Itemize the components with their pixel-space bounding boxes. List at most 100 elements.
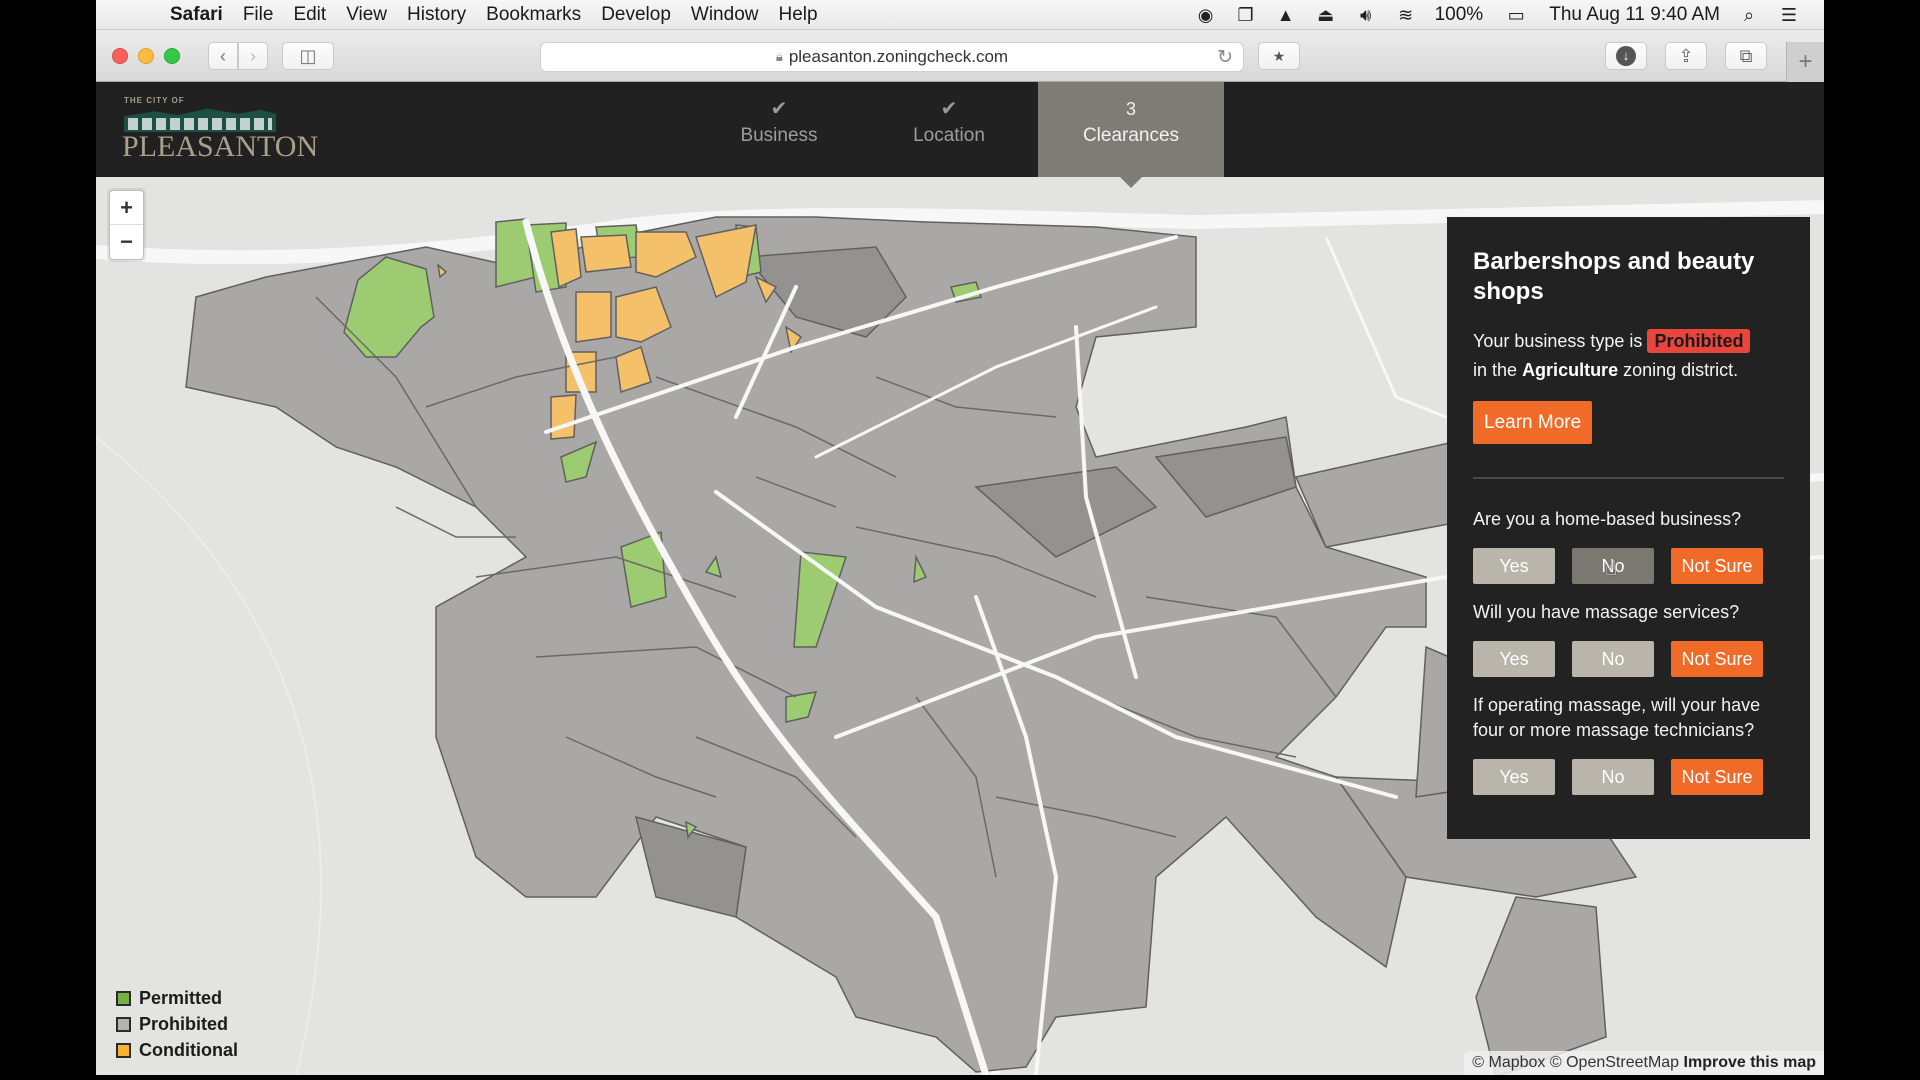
legend-prohibited: Prohibited bbox=[116, 1011, 238, 1037]
zoom-in-button[interactable]: + bbox=[110, 191, 143, 225]
new-tab-button[interactable]: + bbox=[1786, 42, 1824, 82]
not-sure-button[interactable]: Not Sure bbox=[1671, 641, 1763, 677]
prohibited-badge: Prohibited bbox=[1647, 329, 1751, 353]
menu-bookmarks[interactable]: Bookmarks bbox=[486, 4, 581, 26]
zoning-status: Your business type is Prohibited in the … bbox=[1473, 327, 1784, 385]
question-massage-technicians: If operating massage, will your have fou… bbox=[1473, 695, 1761, 740]
answers-massage-services: Yes No Not Sure bbox=[1473, 641, 1784, 677]
status-mid: in the bbox=[1473, 360, 1518, 380]
chevron-right-icon: › bbox=[250, 45, 256, 66]
menu-safari[interactable]: Safari bbox=[170, 4, 223, 26]
step-business[interactable]: ✔ Business bbox=[686, 82, 872, 177]
plus-icon: + bbox=[1798, 48, 1813, 75]
menu-bar: Safari File Edit View History Bookmarks … bbox=[96, 0, 1824, 30]
permitted-swatch bbox=[116, 990, 131, 1006]
step-location[interactable]: ✔ Location bbox=[856, 82, 1042, 177]
screen: Safari File Edit View History Bookmarks … bbox=[0, 0, 1920, 1080]
conditional-parcel[interactable] bbox=[575, 291, 612, 343]
minor-road bbox=[96, 436, 322, 1075]
tabs-icon: ⧉ bbox=[1739, 45, 1753, 66]
question-home-based: Are you a home-based business? bbox=[1473, 509, 1742, 529]
close-window-button[interactable] bbox=[112, 48, 128, 64]
airplay-icon[interactable]: ⏏ bbox=[1315, 4, 1337, 26]
screen-record-icon[interactable]: ◉ bbox=[1195, 4, 1217, 26]
chevron-left-icon: ‹ bbox=[220, 45, 226, 66]
clock[interactable]: Thu Aug 11 9:40 AM bbox=[1549, 4, 1720, 26]
menu-edit[interactable]: Edit bbox=[293, 4, 326, 26]
legend-label: Conditional bbox=[139, 1039, 238, 1060]
tab-overview-button[interactable]: ⧉ bbox=[1725, 42, 1767, 70]
status-suffix: zoning district. bbox=[1623, 360, 1739, 380]
step-label: Clearances bbox=[1082, 125, 1180, 146]
answers-home-based: Yes No Not Sure bbox=[1473, 548, 1784, 584]
not-sure-button[interactable]: Not Sure bbox=[1671, 759, 1763, 795]
logo-name: PLEASANTON bbox=[122, 130, 319, 163]
no-button[interactable]: No bbox=[1572, 641, 1654, 677]
spotlight-search-icon[interactable]: ⌕ bbox=[1738, 4, 1760, 26]
prohibited-parcel[interactable] bbox=[1475, 896, 1607, 1075]
status-tray: ◉ ❐ ▲ ⏏ 🔊︎ ≋ 100% ▭ Thu Aug 11 9:40 AM ⌕… bbox=[1195, 4, 1800, 26]
url-text: pleasanton.zoningcheck.com bbox=[788, 47, 1009, 66]
wifi-icon[interactable]: ≋ bbox=[1395, 4, 1417, 26]
step-clearances[interactable]: 3 Clearances bbox=[1038, 82, 1224, 177]
battery-icon[interactable]: ▭ bbox=[1501, 4, 1531, 26]
osm-link[interactable]: © OpenStreetMap bbox=[1550, 1054, 1679, 1071]
menu-develop[interactable]: Develop bbox=[601, 4, 671, 26]
minimize-window-button[interactable] bbox=[138, 48, 154, 64]
mapbox-link[interactable]: © Mapbox bbox=[1472, 1054, 1545, 1071]
legend-label: Prohibited bbox=[139, 1013, 228, 1034]
menu-file[interactable]: File bbox=[243, 4, 274, 26]
zoning-parcels bbox=[185, 216, 1638, 1075]
conditional-swatch bbox=[116, 1042, 131, 1058]
download-icon: ↓ bbox=[1616, 46, 1636, 66]
browser-toolbar: ‹ › ◫ 🔒︎ pleasanton.zoningcheck.com ↻ ★ … bbox=[96, 30, 1824, 82]
volume-icon[interactable]: 🔊︎ bbox=[1355, 4, 1377, 26]
yes-button[interactable]: Yes bbox=[1473, 759, 1555, 795]
conditional-parcel[interactable] bbox=[550, 394, 577, 440]
downloads-button[interactable]: ↓ bbox=[1605, 42, 1647, 70]
forward-button[interactable]: › bbox=[238, 42, 268, 70]
map-attribution: © Mapbox © OpenStreetMap Improve this ma… bbox=[1464, 1051, 1824, 1075]
pleasanton-logo[interactable]: THE CITY OF PLEASANTON bbox=[122, 96, 318, 163]
address-bar[interactable]: 🔒︎ pleasanton.zoningcheck.com ↻ bbox=[540, 42, 1244, 72]
yes-button[interactable]: Yes bbox=[1473, 548, 1555, 584]
conditional-parcel[interactable] bbox=[580, 234, 632, 273]
notification-center-icon[interactable]: ☰ bbox=[1778, 4, 1800, 26]
reader-bookmark-button[interactable]: ★ bbox=[1258, 42, 1300, 70]
legend-conditional: Conditional bbox=[116, 1037, 238, 1063]
drive-icon[interactable]: ▲ bbox=[1275, 4, 1297, 26]
answers-massage-technicians: Yes No Not Sure bbox=[1473, 759, 1784, 795]
back-button[interactable]: ‹ bbox=[208, 42, 238, 70]
share-icon: ⇪ bbox=[1678, 45, 1694, 66]
prohibited-swatch bbox=[116, 1016, 131, 1032]
legend-permitted: Permitted bbox=[116, 985, 238, 1011]
improve-map-link[interactable]: Improve this map bbox=[1684, 1054, 1816, 1071]
not-sure-button[interactable]: Not Sure bbox=[1671, 548, 1763, 584]
sidebar-toggle-button[interactable]: ◫ bbox=[282, 42, 334, 70]
zoom-control: + − bbox=[109, 190, 144, 260]
map-legend: Permitted Prohibited Conditional bbox=[116, 985, 238, 1063]
menu-history[interactable]: History bbox=[407, 4, 466, 26]
site-header: THE CITY OF PLEASANTON ✔ Business ✔ Loca… bbox=[96, 82, 1824, 177]
reload-icon[interactable]: ↻ bbox=[1217, 46, 1233, 69]
step-label: Location bbox=[913, 125, 985, 146]
share-button[interactable]: ⇪ bbox=[1665, 42, 1707, 70]
lock-icon: 🔒︎ bbox=[775, 49, 783, 64]
zoom-out-button[interactable]: − bbox=[110, 225, 143, 259]
clearance-panel: Barbershops and beauty shops Your busine… bbox=[1447, 217, 1810, 839]
menu-view[interactable]: View bbox=[346, 4, 387, 26]
legend-label: Permitted bbox=[139, 987, 223, 1008]
chat-icon[interactable]: ❐ bbox=[1235, 4, 1257, 26]
step-label: Business bbox=[740, 125, 818, 146]
question-massage-services: Will you have massage services? bbox=[1473, 602, 1740, 622]
checkmark-icon: ✔ bbox=[770, 98, 788, 120]
yes-button[interactable]: Yes bbox=[1473, 641, 1555, 677]
no-button[interactable]: No bbox=[1572, 759, 1654, 795]
fullscreen-window-button[interactable] bbox=[164, 48, 180, 64]
menu-window[interactable]: Window bbox=[691, 4, 759, 26]
active-step-pointer bbox=[1120, 177, 1142, 188]
logo-skyline bbox=[128, 118, 272, 130]
divider bbox=[1473, 477, 1784, 479]
menu-help[interactable]: Help bbox=[778, 4, 817, 26]
learn-more-button[interactable]: Learn More bbox=[1473, 401, 1593, 444]
